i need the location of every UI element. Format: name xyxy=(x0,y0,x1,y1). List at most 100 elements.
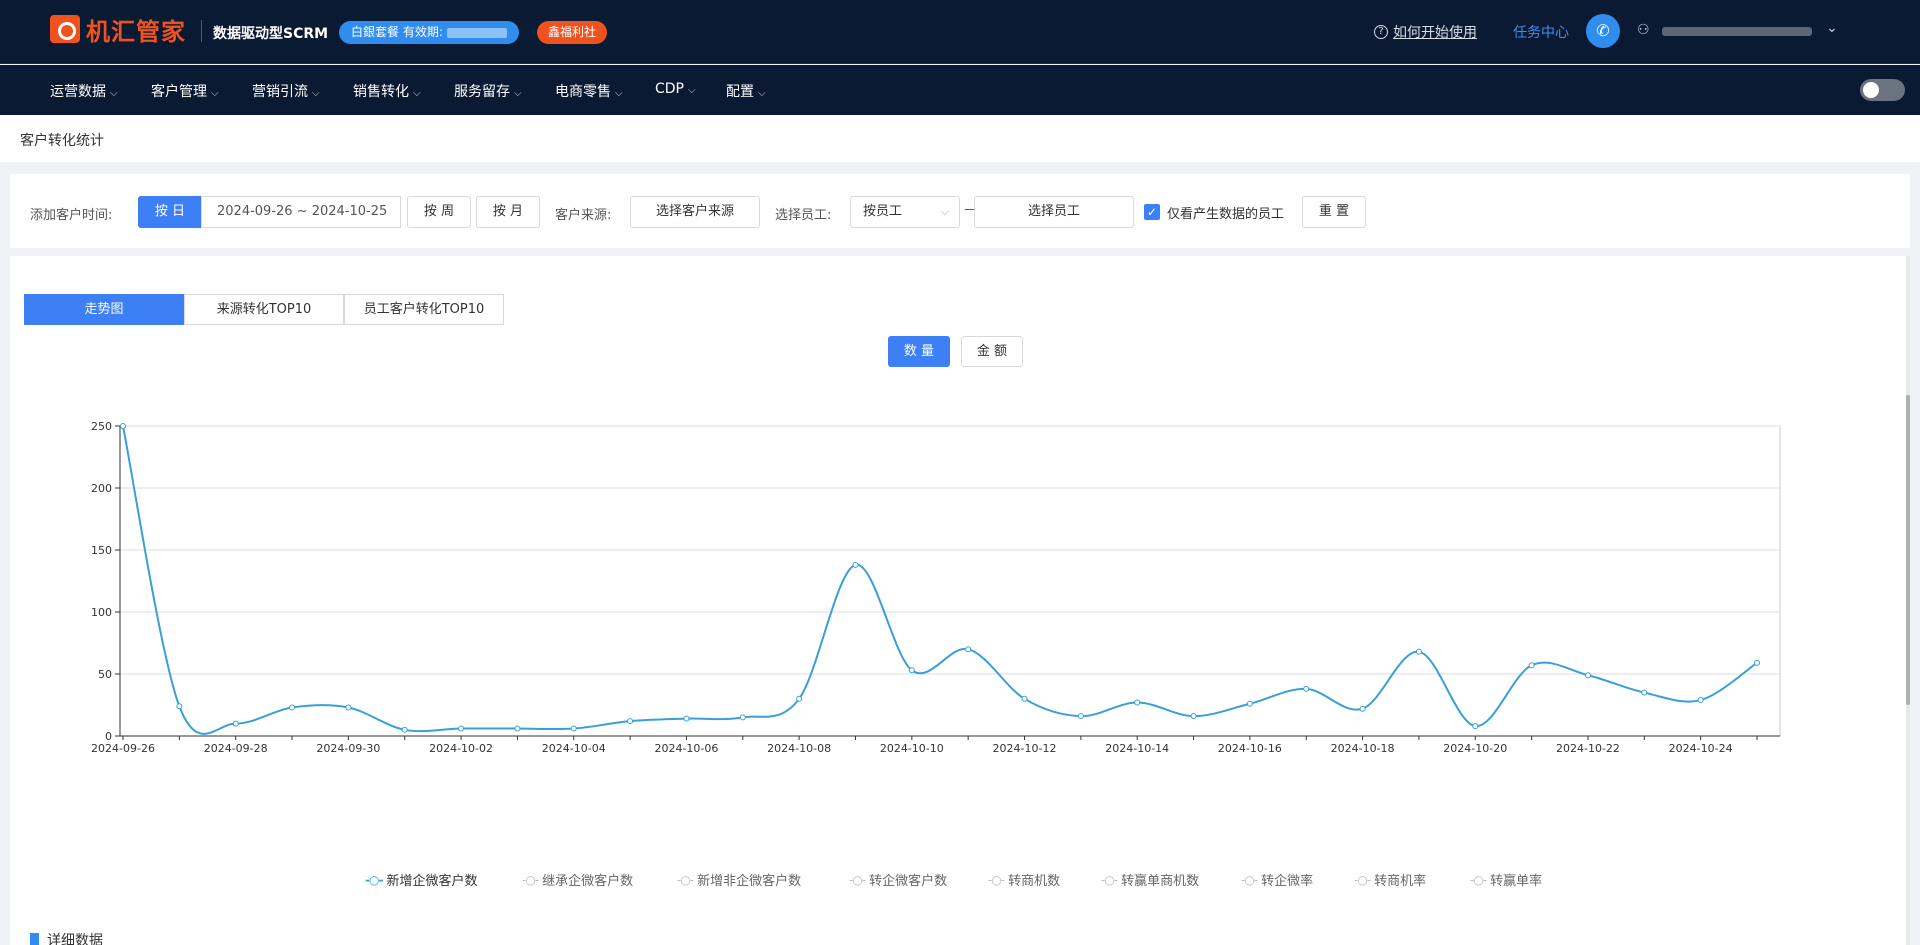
view-tabs: 走势图 来源转化TOP10 员工客户转化TOP10 xyxy=(24,294,504,325)
data-point xyxy=(796,695,803,702)
data-point xyxy=(965,646,972,653)
task-center-link[interactable]: 任务中心 xyxy=(1513,22,1569,42)
legend-item[interactable]: -○- 新增企微客户数 xyxy=(365,870,478,890)
legend-label: 新增企微客户数 xyxy=(386,874,478,889)
nav-item-customer[interactable]: 客户管理 ⌵ xyxy=(151,81,219,101)
filter-bar: 添加客户时间: 按 日 2024-09-26 ~ 2024-10-25 按 周 … xyxy=(10,174,1910,248)
nav-item-config[interactable]: 配置 ⌵ xyxy=(726,81,766,101)
data-point xyxy=(1584,672,1591,679)
legend-item[interactable]: -○- 新增非企微客户数 xyxy=(677,870,802,890)
chevron-down-icon: ⌵ xyxy=(758,88,766,99)
staff-select[interactable]: 选择员工 xyxy=(974,196,1134,228)
count-button[interactable]: 数 量 xyxy=(888,336,950,367)
product-subtitle: 数据驱动型SCRM xyxy=(213,26,329,42)
tab-source-top10[interactable]: 来源转化TOP10 xyxy=(184,294,344,325)
add-time-label: 添加客户时间: xyxy=(30,208,113,223)
detail-section-header: 详细数据 xyxy=(30,930,103,945)
chevron-down-icon: ⌵ xyxy=(688,85,696,96)
x-tick-label: 2024-10-24 xyxy=(1669,742,1733,755)
data-point xyxy=(627,718,634,725)
legend-label: 转商机率 xyxy=(1374,874,1427,889)
legend-label: 继承企微客户数 xyxy=(542,874,634,889)
nav-label: 服务留存 xyxy=(454,84,510,100)
nav-item-sales[interactable]: 销售转化 ⌵ xyxy=(353,81,421,101)
tab-trend[interactable]: 走势图 xyxy=(24,294,184,325)
help-link[interactable]: ? 如何开始使用 xyxy=(1374,22,1477,42)
nav-item-cdp[interactable]: CDP ⌵ xyxy=(655,81,696,97)
x-tick-label: 2024-09-26 xyxy=(91,742,155,755)
data-point xyxy=(514,725,521,732)
legend-item[interactable]: -○- 继承企微客户数 xyxy=(522,870,634,890)
nav-item-ecommerce[interactable]: 电商零售 ⌵ xyxy=(555,81,623,101)
y-tick-label: 50 xyxy=(98,668,112,681)
detail-title: 详细数据 xyxy=(47,933,103,945)
legend-item[interactable]: -○- 转商机率 xyxy=(1354,870,1427,890)
x-tick-label: 2024-10-04 xyxy=(542,742,606,755)
by-month-button[interactable]: 按 月 xyxy=(476,196,540,228)
x-tick-label: 2024-10-10 xyxy=(880,742,944,755)
legend-marker-icon: -○- xyxy=(1241,872,1258,887)
chevron-down-icon[interactable]: ⌄ xyxy=(1826,20,1838,36)
scrollbar-thumb[interactable] xyxy=(1906,395,1910,705)
package-label: 白銀套餐 有效期: xyxy=(351,25,443,39)
nav-label: 运营数据 xyxy=(50,84,106,100)
data-point xyxy=(1528,662,1535,669)
nav-item-marketing[interactable]: 营销引流 ⌵ xyxy=(252,81,320,101)
data-point xyxy=(1246,700,1253,707)
x-tick-label: 2024-10-20 xyxy=(1443,742,1507,755)
x-tick-label: 2024-10-16 xyxy=(1218,742,1282,755)
staff-mode-select[interactable]: 按员工 ⌵ xyxy=(850,196,960,228)
legend-marker-icon: -○- xyxy=(849,872,866,887)
x-tick-label: 2024-10-22 xyxy=(1556,742,1620,755)
package-badge[interactable]: 白銀套餐 有效期: xyxy=(339,21,519,44)
benefit-badge[interactable]: 鑫福利社 xyxy=(537,21,608,44)
data-point xyxy=(1415,648,1422,655)
nav-item-ops-data[interactable]: 运营数据 ⌵ xyxy=(50,81,118,101)
data-point xyxy=(458,725,465,732)
logo[interactable]: 机汇管家 xyxy=(50,14,186,46)
by-day-button[interactable]: 按 日 xyxy=(138,196,202,228)
legend-marker-icon: -○- xyxy=(677,872,694,887)
theme-toggle[interactable] xyxy=(1860,79,1905,101)
data-point xyxy=(739,714,746,721)
section-marker xyxy=(30,932,39,945)
tab-staff-top10[interactable]: 员工客户转化TOP10 xyxy=(344,294,504,325)
phone-icon[interactable]: ✆ xyxy=(1586,14,1620,48)
redacted-date xyxy=(446,27,507,38)
legend-marker-icon: -○- xyxy=(522,872,539,887)
amount-button[interactable]: 金 额 xyxy=(961,336,1023,367)
data-point xyxy=(1190,713,1197,720)
logo-divider xyxy=(201,20,202,42)
data-point xyxy=(401,726,408,733)
legend-marker-icon: -○- xyxy=(988,872,1005,887)
source-select[interactable]: 选择客户来源 xyxy=(630,196,760,228)
chart-legend: -○- 新增企微客户数 -○- 继承企微客户数 -○- 新增非企微客户数 -○- 转企微客户数… xyxy=(0,870,1920,890)
legend-item[interactable]: -○- 转商机数 xyxy=(988,870,1060,890)
data-point xyxy=(1021,695,1028,702)
date-range-picker[interactable]: 2024-09-26 ~ 2024-10-25 xyxy=(201,196,401,228)
y-tick-label: 250 xyxy=(91,420,112,433)
by-week-button[interactable]: 按 周 xyxy=(407,196,471,228)
data-point xyxy=(570,725,577,732)
chevron-down-icon: ⌵ xyxy=(940,205,949,218)
data-point xyxy=(289,704,296,711)
legend-item[interactable]: -○- 转赢单商机数 xyxy=(1101,870,1199,890)
user-icon: ⚇ xyxy=(1637,22,1650,38)
x-tick-label: 2024-10-08 xyxy=(767,742,831,755)
data-point xyxy=(1303,685,1310,692)
legend-item[interactable]: -○- 转企微率 xyxy=(1241,870,1313,890)
reset-button[interactable]: 重 置 xyxy=(1302,196,1366,228)
x-tick-label: 2024-09-30 xyxy=(316,742,380,755)
series-line xyxy=(122,425,1758,735)
data-point xyxy=(683,715,690,722)
x-tick-label: 2024-09-28 xyxy=(204,742,268,755)
legend-label: 新增非企微客户数 xyxy=(697,874,802,889)
nav-label: 电商零售 xyxy=(555,84,611,100)
nav-item-service[interactable]: 服务留存 ⌵ xyxy=(454,81,522,101)
legend-item[interactable]: -○- 转赢单率 xyxy=(1470,870,1542,890)
nav-label: 营销引流 xyxy=(252,84,308,100)
only-data-checkbox[interactable]: ✓ xyxy=(1144,204,1160,220)
legend-item[interactable]: -○- 转企微客户数 xyxy=(849,870,947,890)
redacted-username[interactable] xyxy=(1662,27,1812,36)
chevron-down-icon: ⌵ xyxy=(110,88,118,99)
